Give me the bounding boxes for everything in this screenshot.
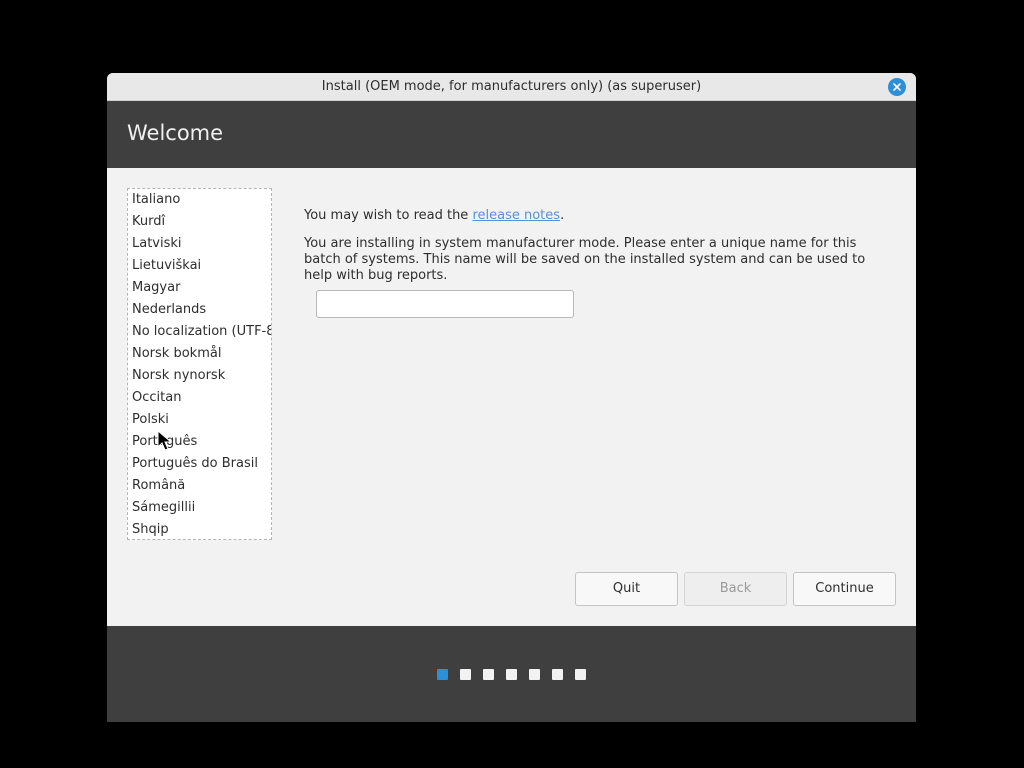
installer-window: Install (OEM mode, for manufacturers onl… <box>107 73 916 722</box>
progress-dot <box>506 669 517 680</box>
release-notes-prefix: You may wish to read the <box>304 208 473 223</box>
language-item[interactable]: Latviski <box>128 233 271 255</box>
language-item[interactable]: Nederlands <box>128 299 271 321</box>
language-item[interactable]: Lietuviškai <box>128 255 271 277</box>
language-item[interactable]: Occitan <box>128 387 271 409</box>
batch-name-input[interactable] <box>316 290 574 318</box>
language-item[interactable]: Italiano <box>128 189 271 211</box>
close-button[interactable] <box>888 78 906 96</box>
language-item[interactable]: Português do Brasil <box>128 453 271 475</box>
language-item[interactable]: Kurdî <box>128 211 271 233</box>
progress-dots <box>437 669 598 680</box>
continue-button[interactable]: Continue <box>793 572 896 606</box>
language-item[interactable]: Português <box>128 431 271 453</box>
footer-band <box>107 626 916 722</box>
language-item[interactable]: Shqip <box>128 519 271 539</box>
release-notes-line: You may wish to read the release notes. <box>304 208 564 223</box>
language-item[interactable]: Română <box>128 475 271 497</box>
window-title: Install (OEM mode, for manufacturers onl… <box>321 79 702 94</box>
language-list[interactable]: Italiano Kurdî Latviski Lietuviškai Magyar Ne… <box>127 188 272 540</box>
progress-dot-active <box>437 669 448 680</box>
progress-dot <box>529 669 540 680</box>
release-notes-suffix: . <box>560 208 565 223</box>
quit-button[interactable]: Quit <box>575 572 678 606</box>
progress-dot <box>483 669 494 680</box>
header-band: Welcome <box>107 101 916 168</box>
title-bar[interactable]: Install (OEM mode, for manufacturers onl… <box>107 73 916 101</box>
language-item[interactable]: Sámegillii <box>128 497 271 519</box>
language-item[interactable]: Norsk nynorsk <box>128 365 271 387</box>
back-button[interactable]: Back <box>684 572 787 606</box>
language-item[interactable]: No localization (UTF-8) <box>128 321 271 343</box>
release-notes-link[interactable]: release notes <box>472 208 560 223</box>
mouse-cursor-icon <box>157 430 173 451</box>
progress-dot <box>460 669 471 680</box>
progress-dot <box>552 669 563 680</box>
language-item[interactable]: Norsk bokmål <box>128 343 271 365</box>
language-item[interactable]: Polski <box>128 409 271 431</box>
page-title: Welcome <box>127 121 224 145</box>
language-item[interactable]: Magyar <box>128 277 271 299</box>
close-icon <box>893 83 901 91</box>
oem-instructions: You are installing in system manufacture… <box>304 236 866 283</box>
progress-dot <box>575 669 586 680</box>
language-list-items: Italiano Kurdî Latviski Lietuviškai Magyar Ne… <box>128 189 271 539</box>
